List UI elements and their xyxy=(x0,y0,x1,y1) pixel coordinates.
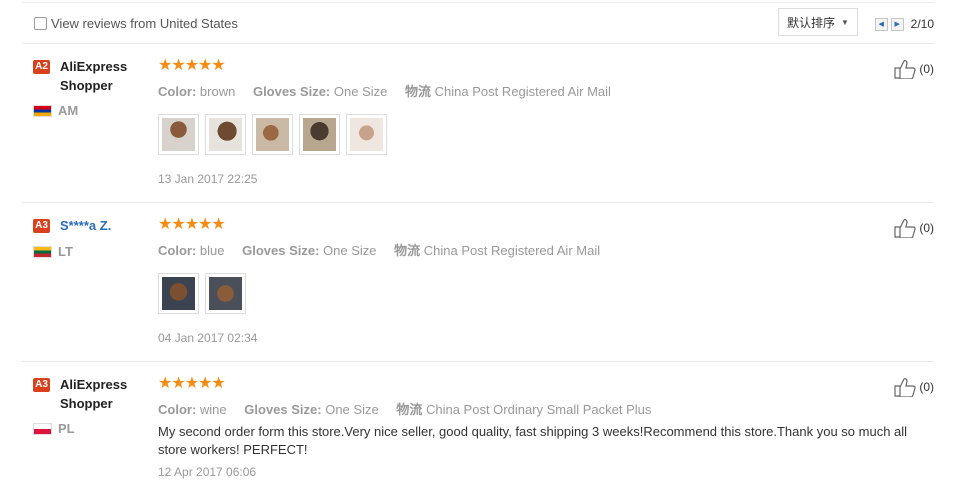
pagination: ◀ ▶ 2/10 xyxy=(874,16,934,32)
attr-value: China Post Ordinary Small Packet Plus xyxy=(425,402,652,417)
flag-icon xyxy=(33,245,52,258)
reviewer-name: AliExpress Shopper xyxy=(60,377,128,411)
thumbs-up-icon xyxy=(894,219,916,238)
flag-icon xyxy=(33,422,52,435)
attr-value: One Size xyxy=(333,84,388,99)
review-photos xyxy=(158,114,387,155)
helpful-count: (0) xyxy=(919,380,934,394)
attr-label: Gloves Size: xyxy=(242,243,320,258)
star-rating: ★★★★★ xyxy=(158,375,226,392)
attr-label: Gloves Size: xyxy=(244,402,322,417)
attr-label: Color: xyxy=(158,84,197,99)
thumbs-up-icon xyxy=(894,378,916,397)
buyer-level-badge: A3 xyxy=(33,378,50,392)
attr-label: Gloves Size: xyxy=(252,84,331,99)
buyer-level-badge: A3 xyxy=(33,219,50,233)
order-attributes: Color: brown Gloves Size: One Size 物流 Ch… xyxy=(158,81,625,100)
next-page-button[interactable]: ▶ xyxy=(890,17,904,31)
reviewer-country: AM xyxy=(33,103,78,118)
star-rating: ★★★★★ xyxy=(158,216,226,233)
reviewer-country: LT xyxy=(33,244,73,259)
page-indicator: 2/10 xyxy=(910,17,934,31)
country-code: PL xyxy=(58,421,75,436)
arrow-left-icon: ◀ xyxy=(878,20,884,28)
chevron-down-icon: ▼ xyxy=(841,17,849,27)
review-text: My second order form this store.Very nic… xyxy=(158,424,908,457)
attr-label: 物流 xyxy=(405,84,432,99)
buyer-level-badge: A2 xyxy=(33,60,50,74)
attr-value: China Post Registered Air Mail xyxy=(423,243,601,258)
review-photo-thumbnail[interactable] xyxy=(158,273,199,314)
reviewer-name: AliExpress Shopper xyxy=(60,59,128,93)
helpful-count: (0) xyxy=(919,62,934,76)
review-photo-thumbnail[interactable] xyxy=(346,114,387,155)
country-code: LT xyxy=(58,244,73,259)
star-rating: ★★★★★ xyxy=(158,57,226,74)
review-photo-thumbnail[interactable] xyxy=(205,114,246,155)
review-date: 12 Apr 2017 06:06 xyxy=(158,465,257,479)
review-photo-thumbnail[interactable] xyxy=(158,114,199,155)
order-attributes: Color: blue Gloves Size: One Size 物流 Chi… xyxy=(158,240,614,259)
country-code: AM xyxy=(58,103,79,118)
attr-value: China Post Registered Air Mail xyxy=(434,84,611,99)
attr-value: brown xyxy=(199,84,236,99)
helpful-count: (0) xyxy=(919,221,934,235)
attr-value: One Size xyxy=(323,243,377,258)
us-filter-checkbox[interactable] xyxy=(34,17,47,30)
attr-label: 物流 xyxy=(396,402,423,417)
attr-value: blue xyxy=(199,243,225,258)
helpful-button[interactable]: (0) xyxy=(893,59,934,79)
review-item: A3 S****a Z. LT ★★★★★ Color: blue Gloves… xyxy=(22,203,934,361)
arrow-right-icon: ▶ xyxy=(894,20,900,28)
order-attributes: Color: wine Gloves Size: One Size 物流 Chi… xyxy=(158,399,665,418)
us-filter-label[interactable]: View reviews from United States xyxy=(51,16,238,31)
attr-value: One Size xyxy=(325,402,379,417)
flag-icon xyxy=(33,104,52,117)
review-photo-thumbnail[interactable] xyxy=(252,114,293,155)
review-date: 04 Jan 2017 02:34 xyxy=(158,331,258,345)
thumbs-up-icon xyxy=(894,60,916,79)
attr-value: wine xyxy=(199,402,227,417)
review-photo-thumbnail[interactable] xyxy=(205,273,246,314)
review-item: A3 AliExpress Shopper PL ★★★★★ Color: wi… xyxy=(22,362,934,495)
review-date: 13 Jan 2017 22:25 xyxy=(158,172,258,186)
review-item: A2 AliExpress Shopper AM ★★★★★ Color: br… xyxy=(22,44,934,202)
reviewer-country: PL xyxy=(33,421,75,436)
attr-label: 物流 xyxy=(394,243,421,258)
attr-label: Color: xyxy=(158,243,197,258)
review-toolbar: View reviews from United States 默认排序 ▼ ◀… xyxy=(22,5,934,43)
attr-label: Color: xyxy=(158,402,197,417)
sort-dropdown[interactable]: 默认排序 ▼ xyxy=(778,8,858,36)
helpful-button[interactable]: (0) xyxy=(893,218,934,238)
review-photo-thumbnail[interactable] xyxy=(299,114,340,155)
review-photos xyxy=(158,273,246,314)
top-divider xyxy=(22,2,934,3)
prev-page-button[interactable]: ◀ xyxy=(874,17,888,31)
helpful-button[interactable]: (0) xyxy=(893,377,934,397)
sort-label: 默认排序 xyxy=(787,15,836,30)
reviewer-name[interactable]: S****a Z. xyxy=(60,216,152,235)
